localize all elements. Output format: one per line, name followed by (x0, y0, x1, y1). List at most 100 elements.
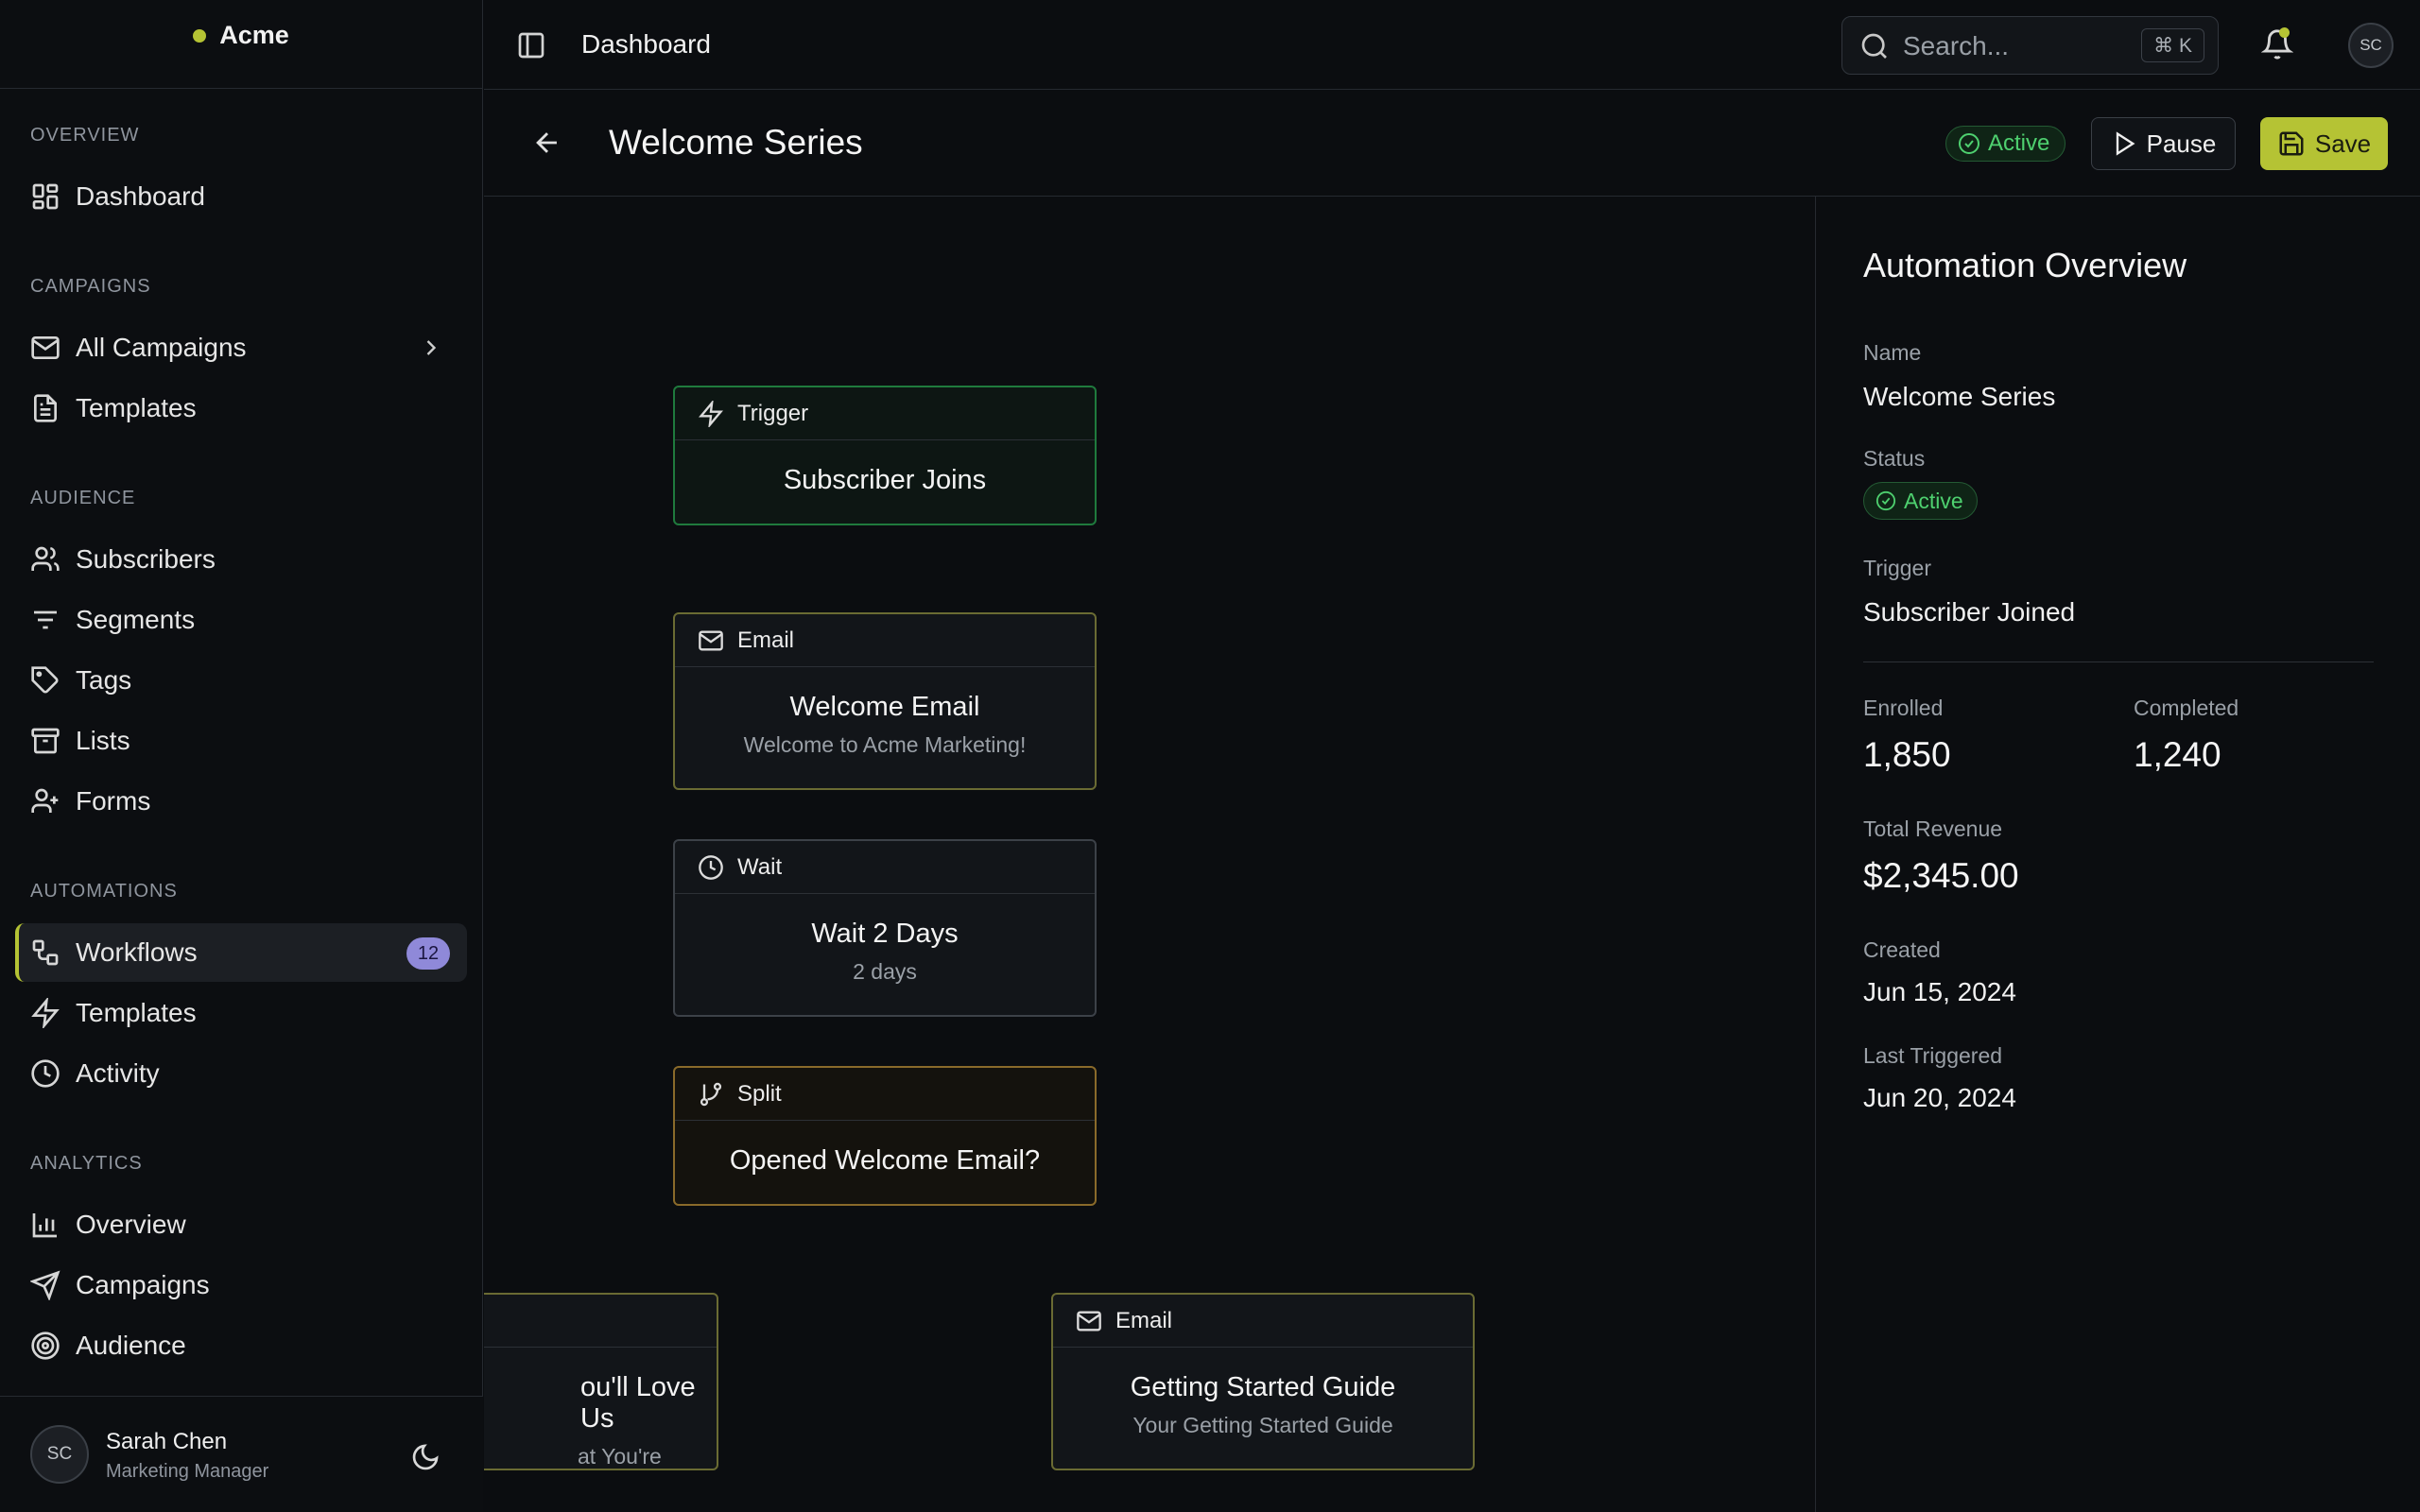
clock-icon (31, 1059, 60, 1088)
workflow-node-split[interactable]: Split Opened Welcome Email? (673, 1066, 1097, 1206)
node-header: Split (675, 1068, 1095, 1121)
completed-label: Completed (2134, 696, 2239, 720)
brand-logo-dot (193, 28, 207, 43)
node-header: Trigger (675, 387, 1095, 440)
node-header: Email (1053, 1295, 1473, 1348)
sidebar-item-activity[interactable]: Activity (15, 1044, 467, 1103)
sidebar-item-label: Activity (76, 1058, 160, 1088)
send-icon (30, 1270, 60, 1300)
status-label: Status (1863, 446, 1926, 471)
sidebar-item-label: Dashboard (76, 181, 205, 211)
revenue-label: Total Revenue (1863, 816, 2003, 841)
automation-overview-panel: Automation Overview Name Welcome Series … (1815, 197, 2420, 1512)
save-label: Save (2314, 129, 2372, 158)
sidebar-item-automation-templates[interactable]: Templates (15, 984, 467, 1042)
mail-icon (699, 630, 723, 650)
sidebar: Acme OVERVIEW Dashboard CAMPAIGNS All Ca… (0, 0, 483, 1512)
chevron-right-icon[interactable] (418, 335, 444, 361)
sidebar-item-label: Lists (76, 726, 130, 755)
sidebar-item-dashboard[interactable]: Dashboard (15, 167, 467, 226)
node-subtitle: Welcome to Acme Marketing! (743, 732, 1027, 757)
section-title-campaigns: CAMPAIGNS (30, 276, 151, 297)
sidebar-item-segments[interactable]: Segments (15, 591, 467, 649)
node-header: Email (484, 1295, 717, 1348)
last-triggered-label: Last Triggered (1863, 1043, 2003, 1068)
bar-chart-icon (32, 1213, 57, 1238)
sidebar-item-label: All Campaigns (76, 333, 247, 362)
sidebar-item-lists[interactable]: Lists (15, 712, 467, 770)
target-icon (31, 1332, 60, 1360)
save-icon (2279, 131, 2304, 156)
sidebar-item-all-campaigns[interactable]: All Campaigns (15, 318, 467, 377)
workflow-node-wait[interactable]: Wait Wait 2 Days 2 days (673, 839, 1097, 1017)
sidebar-item-analytics-audience[interactable]: Audience (15, 1316, 467, 1375)
node-type: Wait (737, 853, 783, 880)
node-type: Email (737, 627, 795, 653)
node-title: Getting Started Guide (1130, 1372, 1396, 1402)
archive-icon (31, 728, 60, 754)
workflow-icon (32, 939, 59, 966)
search-shortcut: ⌘ K (2141, 28, 2204, 62)
workflows-count-badge: 12 (406, 937, 450, 970)
search-input[interactable]: Search... ⌘ K (1841, 16, 2219, 75)
user-name: Sarah Chen (106, 1429, 228, 1454)
workflow-node-email[interactable]: Email ou'll Love Us at You're Missing (484, 1293, 718, 1470)
sidebar-item-label: Tags (76, 665, 132, 695)
sidebar-item-tags[interactable]: Tags (15, 651, 467, 710)
avatar[interactable]: SC (2348, 23, 2394, 68)
status-value: Active (1904, 488, 1963, 513)
clock-icon (699, 854, 723, 880)
user-role: Marketing Manager (106, 1461, 269, 1482)
name-value: Welcome Series (1863, 382, 2056, 411)
zap-icon (699, 400, 723, 427)
completed-value: 1,240 (2134, 735, 2221, 774)
pause-button[interactable]: Pause (2091, 117, 2236, 170)
tag-icon (31, 666, 59, 694)
workflow-node-email[interactable]: Email Getting Started Guide Your Getting… (1051, 1293, 1475, 1470)
sidebar-item-label: Overview (76, 1210, 186, 1239)
node-subtitle: Your Getting Started Guide (1132, 1413, 1393, 1437)
sidebar-item-subscribers[interactable]: Subscribers (15, 530, 467, 589)
sidebar-item-analytics-overview[interactable]: Overview (15, 1195, 467, 1254)
workflow-canvas[interactable]: Trigger Subscriber Joins Email Welcome E… (484, 197, 1815, 1512)
sidebar-item-workflows[interactable]: Workflows 12 (15, 923, 467, 982)
node-subtitle: 2 days (853, 959, 917, 984)
status-badge: Active (1863, 482, 1978, 520)
brand-name: Acme (219, 21, 289, 49)
sidebar-item-templates[interactable]: Templates (15, 379, 467, 438)
created-value: Jun 15, 2024 (1863, 977, 2016, 1006)
mail-icon (1077, 1311, 1101, 1331)
save-button[interactable]: Save (2260, 117, 2388, 170)
node-title: Subscriber Joins (783, 465, 987, 495)
workflow-node-trigger[interactable]: Trigger Subscriber Joins (673, 386, 1097, 525)
section-title-automations: AUTOMATIONS (30, 881, 178, 902)
sidebar-toggle-icon[interactable] (516, 30, 546, 60)
search-placeholder: Search... (1903, 31, 2010, 60)
created-label: Created (1863, 937, 1941, 962)
sidebar-item-analytics-campaigns[interactable]: Campaigns (15, 1256, 467, 1314)
avatar[interactable]: SC (30, 1425, 89, 1484)
sidebar-item-label: Audience (76, 1331, 186, 1360)
user-profile[interactable]: SC Sarah Chen Marketing Manager (0, 1396, 483, 1512)
brand[interactable]: Acme (0, 0, 482, 89)
node-title: Opened Welcome Email? (729, 1145, 1041, 1176)
node-title: Wait 2 Days (811, 919, 959, 949)
node-header: Email (675, 614, 1095, 667)
sidebar-item-label: Segments (76, 605, 196, 634)
sidebar-item-label: Forms (76, 786, 151, 816)
zap-icon (31, 998, 60, 1028)
section-title-analytics: ANALYTICS (30, 1153, 143, 1174)
node-title: ou'll Love Us (580, 1372, 696, 1434)
revenue-value: $2,345.00 (1863, 856, 2019, 895)
filter-icon (34, 610, 57, 629)
sidebar-item-label: Templates (76, 998, 197, 1027)
status-badge: Active (1945, 126, 2066, 162)
users-icon (31, 546, 60, 571)
sidebar-item-forms[interactable]: Forms (15, 772, 467, 831)
arrow-left-icon[interactable] (531, 127, 563, 159)
moon-icon[interactable] (410, 1442, 441, 1472)
notification-dot (2279, 27, 2290, 38)
name-label: Name (1863, 340, 1922, 365)
sidebar-item-label: Campaigns (76, 1270, 210, 1299)
workflow-node-email[interactable]: Email Welcome Email Welcome to Acme Mark… (673, 612, 1097, 790)
